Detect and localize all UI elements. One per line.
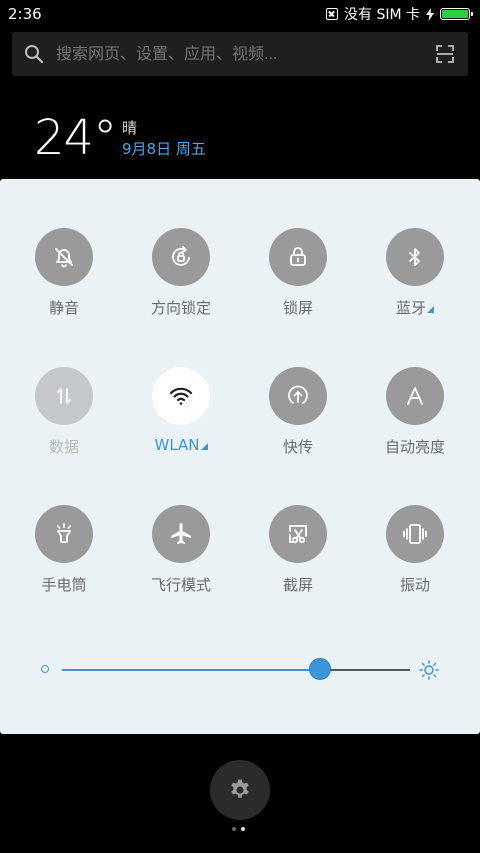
toggle-label: 振动 [399, 576, 430, 594]
search-input[interactable] [54, 32, 418, 78]
page-indicator [232, 827, 245, 831]
screenshot-icon [269, 505, 327, 563]
status-time: 2:36 [8, 5, 42, 23]
mobile-data-icon [35, 367, 93, 425]
toggle-label-row: 蓝牙 [357, 297, 473, 318]
rotation-lock-icon [152, 228, 210, 286]
toggle-quick-transfer[interactable]: 快传 [240, 367, 356, 457]
gear-icon [231, 779, 249, 798]
battery-icon [440, 8, 473, 20]
toggle-lock-screen[interactable]: 锁屏 [240, 228, 356, 318]
search-bar[interactable] [12, 32, 468, 78]
brightness-slider-thumb[interactable] [308, 658, 331, 680]
toggle-label: 数据 [48, 438, 79, 456]
toggle-label-row: WLAN [123, 436, 239, 454]
status-bar: 2:36 没有 SIM 卡 [0, 0, 480, 28]
toggle-label: 自动亮度 [384, 438, 445, 456]
toggle-screenshot[interactable]: 截屏 [240, 505, 356, 595]
battery-level [442, 10, 468, 18]
weather-condition: 晴 [122, 119, 138, 137]
brightness-slider[interactable] [62, 658, 410, 680]
toggle-mobile-data[interactable]: 数据 [6, 367, 122, 457]
toggle-auto-brightness[interactable]: 自动亮度 [357, 367, 473, 457]
toggle-rotation-lock[interactable]: 方向锁定 [123, 228, 239, 318]
toggle-flashlight[interactable]: 手电筒 [6, 505, 122, 595]
silent-bell-icon [35, 228, 93, 286]
quick-settings-panel: 静音 方向锁定 锁屏 蓝牙 数据 WLAN 快传 自动亮度 手电筒 飞行模式 截… [0, 179, 480, 734]
toggle-silent[interactable]: 静音 [6, 228, 122, 318]
toggle-label: 锁屏 [282, 299, 313, 317]
charging-icon [426, 7, 434, 21]
wifi-icon [152, 367, 210, 425]
toggle-vibrate[interactable]: 振动 [357, 505, 473, 595]
weather-date[interactable]: 9月8日 周五 [122, 138, 206, 159]
expand-indicator-icon[interactable] [200, 443, 208, 450]
toggle-wlan[interactable]: WLAN [123, 367, 239, 454]
page-dot [232, 827, 236, 831]
scan-icon[interactable] [436, 45, 454, 63]
toggle-label: 飞行模式 [150, 576, 211, 594]
weather-temperature[interactable]: 24° [34, 110, 117, 166]
settings-button[interactable] [210, 760, 270, 820]
toggle-label: 手电筒 [41, 576, 87, 594]
toggle-bluetooth[interactable]: 蓝牙 [357, 228, 473, 318]
airplane-icon [152, 505, 210, 563]
toggle-label: 静音 [48, 299, 79, 317]
sim-status-text: 没有 SIM 卡 [344, 7, 420, 23]
brightness-low-icon [41, 665, 49, 673]
status-indicators: 没有 SIM 卡 [326, 5, 473, 23]
toggle-label: 截屏 [282, 576, 313, 594]
quick-transfer-icon [269, 367, 327, 425]
brightness-high-icon [419, 660, 439, 680]
toggle-label: WLAN [154, 436, 200, 454]
lock-icon [269, 228, 327, 286]
no-sim-icon [326, 8, 338, 20]
bluetooth-icon [386, 228, 444, 286]
auto-brightness-icon [386, 367, 444, 425]
toggle-label: 方向锁定 [150, 299, 211, 317]
page-dot-current [241, 827, 245, 831]
toggle-airplane-mode[interactable]: 飞行模式 [123, 505, 239, 595]
brightness-slider-fill [62, 669, 320, 671]
toggle-label: 快传 [282, 438, 313, 456]
search-icon [25, 45, 44, 64]
flashlight-icon [35, 505, 93, 563]
expand-indicator-icon[interactable] [427, 306, 434, 313]
vibrate-icon [386, 505, 444, 563]
toggle-label: 蓝牙 [395, 299, 426, 317]
